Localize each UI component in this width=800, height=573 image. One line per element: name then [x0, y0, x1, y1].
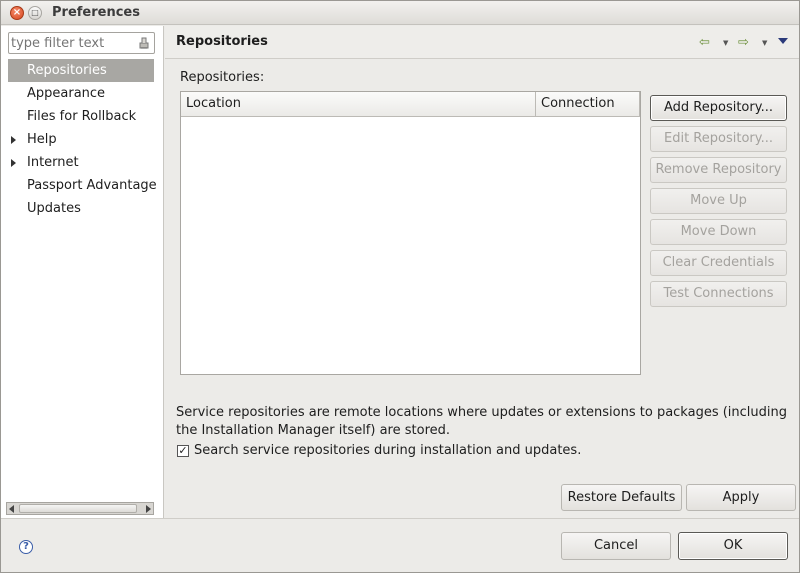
- search-service-repositories-checkbox[interactable]: ✓: [177, 445, 189, 457]
- tree-item-label: Files for Rollback: [27, 109, 137, 124]
- edit-repository-label: Edit Repository...: [664, 131, 773, 146]
- tree-item-label: Internet: [27, 155, 79, 170]
- apply-label: Apply: [722, 489, 760, 505]
- forward-dropdown-icon[interactable]: ▼: [762, 39, 767, 53]
- scroll-right-icon[interactable]: [146, 505, 151, 513]
- title-bar: × □ Preferences: [1, 1, 799, 25]
- clear-credentials-label: Clear Credentials: [662, 255, 775, 270]
- back-arrow-icon[interactable]: ⇦: [699, 35, 710, 50]
- page-header: Repositories ⇦ ▼ ⇨ ▼: [165, 26, 799, 59]
- add-repository-button[interactable]: Add Repository...: [650, 95, 787, 121]
- scroll-left-icon[interactable]: [9, 505, 14, 513]
- restore-defaults-label: Restore Defaults: [567, 489, 676, 505]
- tree-item-internet[interactable]: Internet: [1, 151, 163, 174]
- tree-item-label: Repositories: [27, 63, 107, 78]
- cancel-label: Cancel: [593, 538, 639, 553]
- repositories-label: Repositories:: [180, 70, 265, 85]
- close-window-icon[interactable]: ×: [10, 6, 24, 20]
- cancel-button[interactable]: Cancel: [561, 532, 671, 560]
- apply-button[interactable]: Apply: [686, 484, 796, 511]
- tree-item-passport-advantage[interactable]: Passport Advantage: [1, 174, 163, 197]
- add-repository-label: Add Repository...: [664, 100, 773, 115]
- maximize-window-icon[interactable]: □: [28, 6, 42, 20]
- page-title: Repositories: [176, 34, 268, 49]
- tree-item-label: Passport Advantage: [27, 178, 157, 193]
- ok-label: OK: [723, 538, 743, 553]
- move-up-label: Move Up: [690, 193, 747, 208]
- tree-item-label: Updates: [27, 201, 81, 216]
- move-down-button[interactable]: Move Down: [650, 219, 787, 245]
- remove-repository-button[interactable]: Remove Repository: [650, 157, 787, 183]
- view-menu-icon[interactable]: [778, 38, 788, 44]
- remove-repository-label: Remove Repository: [655, 162, 782, 177]
- tree-item-repositories[interactable]: Repositories: [8, 59, 154, 82]
- table-header: Location Connection: [181, 92, 640, 117]
- test-connections-label: Test Connections: [663, 286, 774, 301]
- search-service-repositories-label[interactable]: Search service repositories during insta…: [194, 442, 581, 460]
- back-dropdown-icon[interactable]: ▼: [723, 39, 728, 53]
- filter-field[interactable]: [8, 32, 155, 54]
- column-header-location[interactable]: Location: [181, 92, 536, 116]
- move-up-button[interactable]: Move Up: [650, 188, 787, 214]
- tree-item-label: Appearance: [27, 86, 106, 101]
- ok-button[interactable]: OK: [678, 532, 788, 560]
- clear-credentials-button[interactable]: Clear Credentials: [650, 250, 787, 276]
- expand-arrow-icon[interactable]: [11, 159, 16, 167]
- preferences-navigation: Repositories Appearance Files for Rollba…: [1, 26, 164, 518]
- service-repositories-description: Service repositories are remote location…: [176, 405, 788, 438]
- window-title: Preferences: [52, 5, 140, 20]
- help-icon[interactable]: ?: [19, 540, 33, 554]
- tree-item-updates[interactable]: Updates: [1, 197, 163, 220]
- move-down-label: Move Down: [680, 224, 757, 239]
- tree-item-label: Help: [27, 132, 57, 147]
- edit-repository-button[interactable]: Edit Repository...: [650, 126, 787, 152]
- dialog-footer: ? Cancel OK: [1, 518, 799, 572]
- scrollbar-thumb[interactable]: [19, 504, 137, 513]
- test-connections-button[interactable]: Test Connections: [650, 281, 787, 307]
- tree-item-appearance[interactable]: Appearance: [1, 82, 163, 105]
- repositories-table[interactable]: Location Connection: [180, 91, 641, 375]
- horizontal-scrollbar[interactable]: [6, 502, 154, 515]
- tree-item-help[interactable]: Help: [1, 128, 163, 151]
- clear-filter-icon[interactable]: [137, 36, 151, 50]
- forward-arrow-icon[interactable]: ⇨: [738, 35, 749, 50]
- preferences-window: × □ Preferences Repositories Appearance …: [0, 0, 800, 573]
- tree-item-files-for-rollback[interactable]: Files for Rollback: [1, 105, 163, 128]
- restore-defaults-button[interactable]: Restore Defaults: [561, 484, 682, 511]
- preferences-tree: Repositories Appearance Files for Rollba…: [1, 59, 163, 220]
- repositories-page: Repositories: Location Connection Add Re…: [165, 60, 799, 518]
- column-header-connection[interactable]: Connection: [536, 92, 640, 116]
- expand-arrow-icon[interactable]: [11, 136, 16, 144]
- filter-input[interactable]: [11, 34, 133, 52]
